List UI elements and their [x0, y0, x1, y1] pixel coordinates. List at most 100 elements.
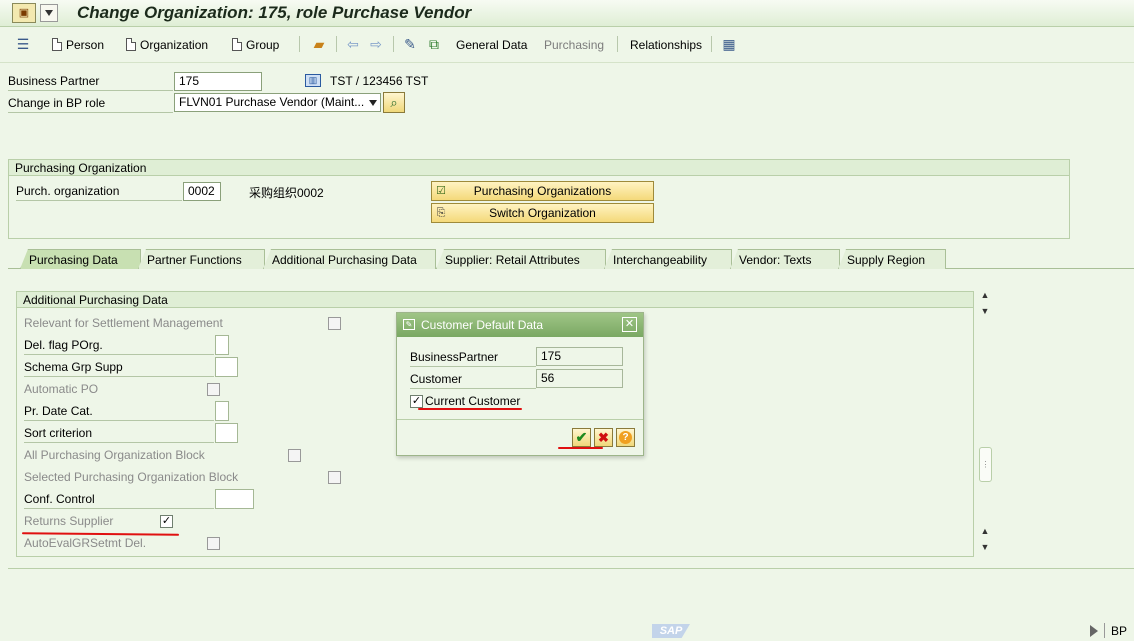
status-expand-icon[interactable]	[1090, 625, 1098, 637]
dialog-title: Customer Default Data	[421, 318, 544, 332]
dialog-bp-label: BusinessPartner	[410, 350, 536, 367]
switch-icon: ⎘	[436, 207, 446, 219]
tab-additional-purchasing-data[interactable]: Additional Purchasing Data	[263, 249, 436, 269]
dropdown-arrow-icon	[369, 100, 377, 106]
application-toolbar: ☰ Person Organization Group ▰ ⇦ ⇨ ✎ ⧉ Ge…	[0, 27, 1134, 63]
pr-date-cat-label: Pr. Date Cat.	[24, 404, 214, 421]
organization-label: Organization	[140, 38, 209, 52]
confirm-check-icon[interactable]: ✔	[572, 428, 591, 447]
close-icon[interactable]: ✕	[622, 317, 637, 332]
all-porg-block-checkbox[interactable]	[288, 449, 301, 462]
organization-button[interactable]: Organization	[126, 38, 208, 52]
purch-organization-field[interactable]: 0002	[183, 182, 221, 201]
schema-grp-supp-field[interactable]	[215, 357, 238, 377]
relevant-settlement-label: Relevant for Settlement Management	[24, 316, 223, 330]
check-list-icon: ☑	[436, 185, 446, 197]
red-underline-current-customer	[418, 408, 522, 410]
purchasing-button: Purchasing	[544, 38, 605, 52]
automatic-po-checkbox[interactable]	[207, 383, 220, 396]
switch-organization-label: Switch Organization	[489, 206, 596, 220]
dialog-bp-field[interactable]: 175	[536, 347, 623, 366]
scroll-down-icon[interactable]: ▼	[980, 542, 990, 552]
automatic-po-label: Automatic PO	[24, 382, 99, 396]
title-bar: ▣ Change Organization: 175, role Purchas…	[0, 0, 1134, 27]
purch-organization-description: 采购组织0002	[249, 186, 324, 200]
display-change-icon[interactable]: ✎	[401, 36, 419, 52]
status-separator	[1104, 623, 1105, 638]
scrollbar-thumb[interactable]: ⋮	[979, 447, 992, 482]
returns-supplier-label: Returns Supplier	[24, 514, 114, 528]
factory-icon: ▥	[305, 74, 321, 87]
del-flag-porg-label: Del. flag POrg.	[24, 338, 214, 355]
sap-logo: SAP	[652, 624, 690, 638]
scroll-up-icon[interactable]: ▲	[980, 526, 990, 536]
tab-partner-functions[interactable]: Partner Functions	[138, 249, 265, 269]
person-button[interactable]: Person	[52, 38, 104, 52]
current-customer-checkbox[interactable]: ✓	[410, 395, 423, 408]
schema-grp-supp-label: Schema Grp Supp	[24, 360, 214, 377]
open-folder-icon[interactable]: ▰	[310, 36, 328, 52]
red-underline-confirm	[558, 447, 603, 449]
returns-supplier-checkbox[interactable]: ✓	[160, 515, 173, 528]
del-flag-porg-field[interactable]	[215, 335, 229, 355]
additional-purchasing-data-title: Additional Purchasing Data	[17, 292, 973, 308]
purchasing-organization-title: Purchasing Organization	[9, 160, 1069, 176]
purchasing-organizations-label: Purchasing Organizations	[473, 184, 612, 198]
relevant-settlement-checkbox[interactable]	[328, 317, 341, 330]
conf-control-label: Conf. Control	[24, 492, 214, 509]
tab-supplier-retail-attributes[interactable]: Supplier: Retail Attributes	[436, 249, 606, 269]
bp-role-label: Change in BP role	[8, 96, 173, 113]
sort-criterion-label: Sort criterion	[24, 426, 214, 443]
bp-role-select[interactable]: FLVN01 Purchase Vendor (Maint...	[174, 93, 381, 112]
cancel-x-icon[interactable]: ✖	[594, 428, 613, 447]
business-partner-field[interactable]: 175	[174, 72, 262, 91]
current-customer-label: Current Customer	[425, 394, 521, 408]
question-mark-icon: ?	[619, 431, 632, 444]
hierarchy-icon[interactable]: ⧉	[425, 36, 443, 52]
settings-icon[interactable]: ▦	[720, 36, 738, 52]
status-system-label: BP	[1111, 624, 1128, 638]
document-icon	[126, 38, 136, 51]
arrow-left-icon[interactable]: ⇦	[344, 36, 362, 52]
general-data-button[interactable]: General Data	[456, 38, 527, 52]
dialog-divider	[397, 419, 643, 420]
toolbar-separator	[711, 36, 712, 52]
business-partner-description: TST / 123456 TST	[330, 74, 429, 88]
switch-organization-button[interactable]: ⎘ Switch Organization	[431, 203, 654, 223]
tab-interchangeability[interactable]: Interchangeability	[604, 249, 732, 269]
document-icon	[232, 38, 242, 51]
status-bar: SAP BP	[0, 620, 1134, 641]
selected-porg-block-label: Selected Purchasing Organization Block	[24, 470, 239, 484]
edit-icon: ✎	[403, 319, 415, 330]
page-title: Change Organization: 175, role Purchase …	[77, 3, 472, 22]
group-button[interactable]: Group	[232, 38, 279, 52]
purch-organization-label: Purch. organization	[16, 184, 182, 201]
purchasing-organizations-button[interactable]: ☑ Purchasing Organizations	[431, 181, 654, 201]
dialog-customer-field[interactable]: 56	[536, 369, 623, 388]
switch-role-icon[interactable]: ⌕	[383, 92, 405, 113]
sort-criterion-field[interactable]	[215, 423, 238, 443]
toolbar-separator	[299, 36, 300, 52]
toolbar-separator	[336, 36, 337, 52]
tab-vendor-texts[interactable]: Vendor: Texts	[730, 249, 840, 269]
list-icon[interactable]: ☰	[14, 36, 32, 52]
chevron-down-icon[interactable]	[40, 4, 58, 22]
dialog-title-bar: ✎ Customer Default Data ✕	[397, 313, 643, 337]
help-icon[interactable]: ?	[616, 428, 635, 447]
auto-eval-gr-label: AutoEvalGRSetmt Del.	[24, 536, 147, 550]
arrow-right-icon[interactable]: ⇨	[367, 36, 385, 52]
tab-supply-region[interactable]: Supply Region	[838, 249, 946, 269]
relationships-button[interactable]: Relationships	[630, 38, 702, 52]
transaction-menu-icon[interactable]: ▣	[12, 3, 36, 23]
tab-purchasing-data[interactable]: Purchasing Data	[20, 249, 141, 269]
person-label: Person	[66, 38, 105, 52]
all-porg-block-label: All Purchasing Organization Block	[24, 448, 205, 462]
selected-porg-block-checkbox[interactable]	[328, 471, 341, 484]
business-partner-label: Business Partner	[8, 74, 173, 91]
document-icon	[52, 38, 62, 51]
auto-eval-gr-checkbox[interactable]	[207, 537, 220, 550]
scroll-up-icon[interactable]: ▲	[980, 290, 990, 300]
conf-control-field[interactable]	[215, 489, 254, 509]
pr-date-cat-field[interactable]	[215, 401, 229, 421]
scroll-down-icon[interactable]: ▼	[980, 306, 990, 316]
